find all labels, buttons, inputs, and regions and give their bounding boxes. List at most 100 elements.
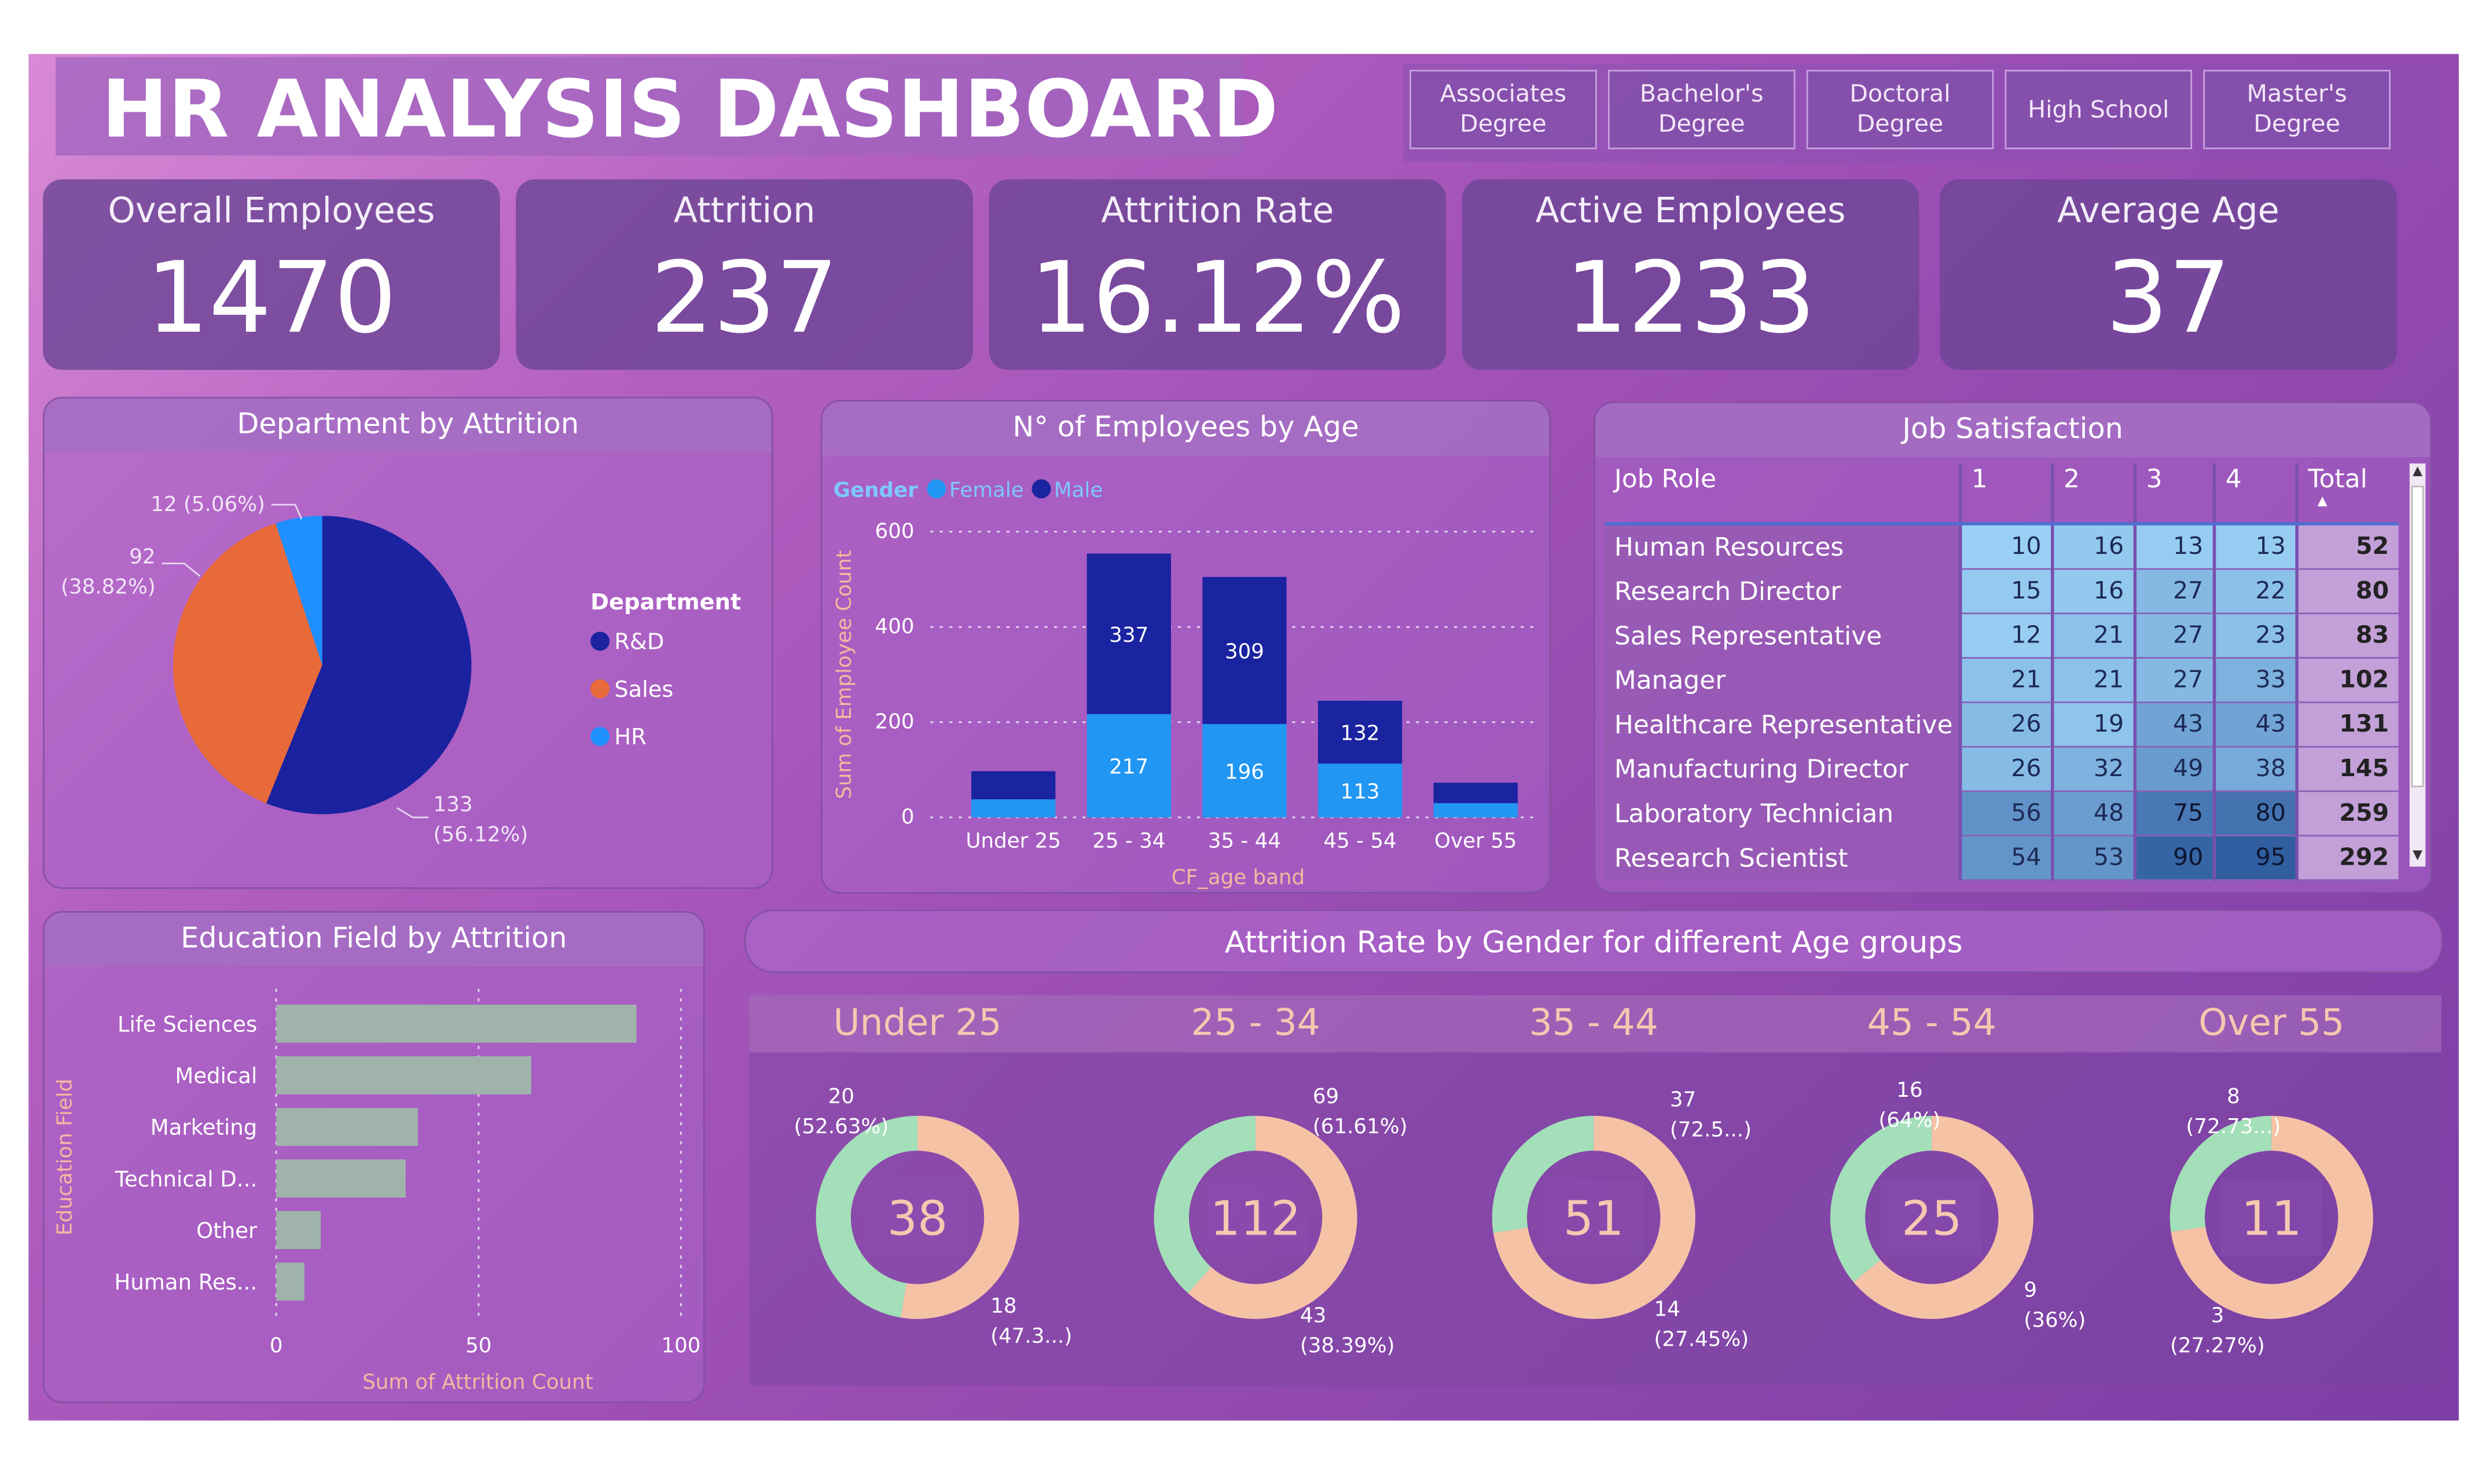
satisfaction-cell: 12 bbox=[1958, 612, 2053, 658]
pie-leader-sales bbox=[161, 563, 201, 577]
employees-by-age-chart[interactable]: Gender Female Male 0 200 400 600 Under 25 217 337… bbox=[823, 456, 1550, 894]
donut-center-total: 112 bbox=[1210, 1192, 1301, 1247]
age-group-title: 45 - 54 bbox=[1867, 1001, 1996, 1044]
kpi-average-age: Average Age 37 bbox=[1940, 179, 2397, 370]
job-satisfaction-table: Job Role 1 2 3 4 Total ▲ Human Resources 10 16 13 1… bbox=[1605, 463, 2399, 880]
age-group-title: 25 - 34 bbox=[1191, 1001, 1320, 1044]
scrollbar-thumb[interactable] bbox=[2411, 486, 2424, 788]
age-group-title: 35 - 44 bbox=[1529, 1001, 1658, 1044]
table-row[interactable]: Research Scientist 54 53 90 95 292 bbox=[1605, 835, 2399, 880]
edu-bar[interactable] bbox=[276, 1108, 418, 1146]
legend-dot-sales bbox=[590, 679, 610, 699]
sort-ascending-icon[interactable]: ▲ bbox=[2318, 494, 2399, 508]
table-row[interactable]: Laboratory Technician 56 48 75 80 259 bbox=[1605, 790, 2399, 836]
edu-bar[interactable] bbox=[276, 1211, 321, 1250]
slicer-associates-degree[interactable]: Associates Degree bbox=[1409, 69, 1597, 149]
donut-label-top-value: 69 bbox=[1313, 1085, 1339, 1108]
pie-leader-hr bbox=[271, 504, 303, 520]
x-axis-title: Sum of Attrition Count bbox=[362, 1371, 593, 1394]
pie-label-sales-value: 92 bbox=[129, 545, 155, 569]
y-axis-title: Education Field bbox=[53, 1079, 76, 1236]
satisfaction-cell: 16 bbox=[2051, 523, 2135, 570]
slicer-bachelors-degree[interactable]: Bachelor's Degree bbox=[1607, 69, 1796, 149]
donut-label-top-percent: (64%) bbox=[1878, 1108, 1940, 1132]
total-cell: 102 bbox=[2295, 657, 2399, 703]
table-row[interactable]: Human Resources 10 16 13 13 52 bbox=[1605, 523, 2399, 570]
y-tick-label: 0 bbox=[901, 805, 915, 829]
column-header-level-3[interactable]: 3 bbox=[2133, 463, 2215, 526]
column-header-level-1[interactable]: 1 bbox=[1958, 463, 2053, 526]
x-tick-label: 50 bbox=[465, 1334, 491, 1357]
bar-male[interactable] bbox=[971, 771, 1056, 800]
bar-female[interactable] bbox=[1433, 803, 1518, 818]
kpi-value: 1470 bbox=[146, 240, 397, 356]
table-row[interactable]: Research Director 15 16 27 22 80 bbox=[1605, 568, 2399, 614]
satisfaction-cell: 21 bbox=[2051, 657, 2135, 703]
column-header-job-role[interactable]: Job Role bbox=[1605, 463, 1961, 526]
legend-dot-rd bbox=[590, 631, 610, 651]
edu-bar[interactable] bbox=[276, 1004, 637, 1043]
satisfaction-cell: 53 bbox=[2051, 835, 2135, 880]
scroll-up-icon[interactable]: ▲ bbox=[2411, 464, 2424, 479]
kpi-active-employees: Active Employees 1233 bbox=[1462, 179, 1919, 370]
bar-female[interactable] bbox=[971, 799, 1056, 818]
donut-label-bottom-value: 9 bbox=[2024, 1278, 2037, 1302]
education-field-panel: Education Field by Attrition Life Scienc… bbox=[43, 911, 705, 1404]
slicer-doctoral-degree[interactable]: Doctoral Degree bbox=[1806, 69, 1994, 149]
bar-male[interactable] bbox=[1433, 783, 1518, 803]
satisfaction-cell: 43 bbox=[2212, 701, 2297, 747]
satisfaction-cell: 19 bbox=[2051, 701, 2135, 747]
panel-title: Department by Attrition bbox=[44, 398, 772, 453]
column-header-total[interactable]: Total ▲ bbox=[2295, 463, 2399, 526]
donut-label-bottom-value: 3 bbox=[2211, 1303, 2224, 1327]
pie-label-hr: 12 (5.06%) bbox=[150, 493, 265, 516]
bar-label-male: 309 bbox=[1225, 640, 1264, 664]
satisfaction-cell: 27 bbox=[2133, 568, 2215, 614]
department-pie-chart[interactable]: 133 (56.12%) 92 (38.82%) 12 (5.06%) Departmen… bbox=[45, 453, 772, 889]
y-tick-label: Marketing bbox=[150, 1115, 257, 1140]
job-role-cell: Laboratory Technician bbox=[1605, 790, 1961, 835]
column-header-level-4[interactable]: 4 bbox=[2212, 463, 2297, 526]
slicer-masters-degree[interactable]: Master's Degree bbox=[2203, 69, 2391, 149]
edu-bar[interactable] bbox=[276, 1159, 406, 1198]
donut-label-top-percent: (52.63%) bbox=[794, 1115, 889, 1138]
satisfaction-cell: 10 bbox=[1958, 523, 2053, 570]
table-scrollbar[interactable]: ▲ ▼ bbox=[2409, 463, 2426, 867]
pie-leader-rd bbox=[396, 807, 429, 818]
page-title: HR ANALYSIS DASHBOARD bbox=[101, 63, 1279, 156]
satisfaction-cell: 22 bbox=[2212, 568, 2297, 614]
satisfaction-cell: 56 bbox=[1958, 790, 2053, 836]
donut-label-top-value: 37 bbox=[1670, 1088, 1696, 1111]
donut-center-total: 25 bbox=[1901, 1192, 1962, 1247]
kpi-value: 1233 bbox=[1565, 240, 1816, 356]
scroll-down-icon[interactable]: ▼ bbox=[2411, 847, 2424, 863]
bar-label-male: 337 bbox=[1109, 623, 1148, 647]
y-tick-label: 400 bbox=[875, 615, 915, 638]
satisfaction-cell: 23 bbox=[2212, 612, 2297, 658]
kpi-label: Overall Employees bbox=[108, 192, 435, 232]
edu-bar[interactable] bbox=[276, 1056, 531, 1094]
satisfaction-cell: 95 bbox=[2212, 835, 2297, 880]
table-row[interactable]: Healthcare Representative 26 19 43 43 131 bbox=[1605, 701, 2399, 747]
total-cell: 83 bbox=[2295, 612, 2399, 658]
satisfaction-cell: 27 bbox=[2133, 612, 2215, 658]
job-role-cell: Human Resources bbox=[1605, 523, 1961, 568]
x-tick-label: 0 bbox=[270, 1334, 283, 1357]
total-cell: 52 bbox=[2295, 523, 2399, 570]
satisfaction-cell: 90 bbox=[2133, 835, 2215, 880]
education-field-bar-chart[interactable]: Life Sciences Medical Marketing Technical D… bbox=[45, 967, 703, 1403]
donut-center-total: 11 bbox=[2241, 1192, 2302, 1247]
panel-title: Job Satisfaction bbox=[1595, 403, 2431, 457]
edu-bar[interactable] bbox=[276, 1262, 305, 1301]
job-role-cell: Manager bbox=[1605, 657, 1961, 702]
column-header-level-2[interactable]: 2 bbox=[2051, 463, 2135, 526]
satisfaction-cell: 49 bbox=[2133, 745, 2215, 792]
slicer-high-school[interactable]: High School bbox=[2005, 69, 2193, 149]
table-row[interactable]: Sales Representative 12 21 27 23 83 bbox=[1605, 612, 2399, 658]
gender-age-donut-charts[interactable]: Under 253820(52.63%)18(47.3...)25 - 3411… bbox=[749, 995, 2441, 1386]
satisfaction-cell: 13 bbox=[2212, 523, 2297, 570]
x-tick-label: 25 - 34 bbox=[1092, 829, 1165, 853]
panel-title: Attrition Rate by Gender for different A… bbox=[1224, 925, 1963, 961]
table-row[interactable]: Manufacturing Director 26 32 49 38 145 bbox=[1605, 745, 2399, 792]
table-row[interactable]: Manager 21 21 27 33 102 bbox=[1605, 657, 2399, 703]
